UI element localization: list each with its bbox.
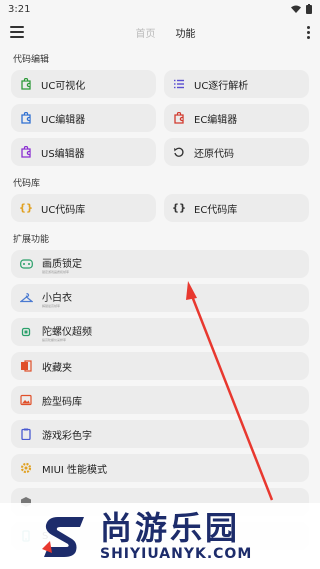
- office-icon: [19, 359, 33, 373]
- battery-icon: [306, 4, 312, 14]
- watermark-banner: 尚游乐园 SHIYIUANYK.COM: [0, 503, 320, 569]
- item-title: MIUI 性能模式: [42, 464, 108, 476]
- image-icon: [19, 393, 33, 407]
- watermark-logo-icon: [42, 517, 84, 557]
- card-label: UC代码库: [41, 204, 86, 216]
- status-bar: 3:21: [0, 0, 320, 18]
- restore-icon: [172, 145, 186, 159]
- watermark-url: SHIYIUANYK.COM: [100, 546, 253, 562]
- clipboard-icon: [19, 427, 33, 441]
- puzzle-icon: [19, 77, 33, 91]
- card-label: 还原代码: [194, 148, 234, 160]
- item-title: 游戏彩色字: [42, 430, 92, 442]
- puzzle-icon: [19, 111, 33, 125]
- list-item[interactable]: 陀螺仪超频 提高陀螺仪采样率: [11, 318, 309, 346]
- gamepad-icon: [19, 257, 33, 271]
- item-subtitle: 提高陀螺仪采样率: [42, 337, 67, 342]
- list-item[interactable]: 游戏彩色字: [11, 420, 309, 448]
- item-title: 小白衣: [42, 292, 72, 304]
- tab-home[interactable]: 首页: [136, 25, 156, 40]
- hanger-icon: [19, 291, 33, 305]
- list-item[interactable]: MIUI 性能模式: [11, 454, 309, 482]
- chip-icon: [19, 325, 33, 339]
- uc-code-lib-button[interactable]: {} UC代码库: [11, 194, 156, 222]
- code-edit-grid: UC可视化 UC逐行解析 UC编辑器 EC编辑器 US编辑器 还原代码: [0, 70, 320, 166]
- card-label: UC可视化: [41, 80, 86, 92]
- tab-bar: 首页 功能: [136, 25, 196, 40]
- item-subtitle: 锁定游戏画质和帧率: [42, 269, 70, 274]
- list-icon: [172, 77, 186, 91]
- more-options-icon[interactable]: [307, 25, 310, 39]
- item-title: 脸型码库: [42, 396, 82, 408]
- uc-visualize-button[interactable]: UC可视化: [11, 70, 156, 98]
- ec-editor-button[interactable]: EC编辑器: [164, 104, 309, 132]
- item-title: 画质锁定: [42, 258, 82, 270]
- status-time: 3:21: [8, 3, 31, 15]
- menu-icon[interactable]: [10, 26, 24, 38]
- puzzle-icon: [172, 111, 186, 125]
- puzzle-icon: [19, 145, 33, 159]
- list-item[interactable]: 脸型码库: [11, 386, 309, 414]
- wifi-icon: [291, 5, 301, 13]
- braces-icon: {}: [18, 202, 34, 214]
- card-label: UC逐行解析: [194, 80, 249, 92]
- watermark-title: 尚游乐园: [100, 509, 241, 547]
- top-bar: 首页 功能: [0, 18, 320, 46]
- section-title-code-edit: 代码编辑: [13, 55, 50, 65]
- tab-features[interactable]: 功能: [176, 25, 196, 40]
- card-label: UC编辑器: [41, 114, 86, 126]
- list-item[interactable]: 画质锁定 锁定游戏画质和帧率: [11, 250, 309, 278]
- card-label: US编辑器: [41, 148, 85, 160]
- section-title-code-lib: 代码库: [13, 179, 41, 189]
- list-item[interactable]: 收藏夹: [11, 352, 309, 380]
- card-label: EC编辑器: [194, 114, 238, 126]
- code-lib-grid: {} UC代码库 {} EC代码库: [0, 194, 320, 222]
- us-editor-button[interactable]: US编辑器: [11, 138, 156, 166]
- card-label: EC代码库: [194, 204, 238, 216]
- uc-editor-button[interactable]: UC编辑器: [11, 104, 156, 132]
- gear-icon: [19, 461, 33, 475]
- item-title: 收藏夹: [42, 362, 72, 374]
- restore-code-button[interactable]: 还原代码: [164, 138, 309, 166]
- item-subtitle: 解锁最高帧率: [42, 303, 61, 308]
- braces-icon: {}: [171, 202, 187, 214]
- list-item[interactable]: 小白衣 解锁最高帧率: [11, 284, 309, 312]
- item-title: 陀螺仪超频: [42, 326, 92, 338]
- section-title-ext: 扩展功能: [13, 235, 50, 245]
- uc-line-parse-button[interactable]: UC逐行解析: [164, 70, 309, 98]
- ec-code-lib-button[interactable]: {} EC代码库: [164, 194, 309, 222]
